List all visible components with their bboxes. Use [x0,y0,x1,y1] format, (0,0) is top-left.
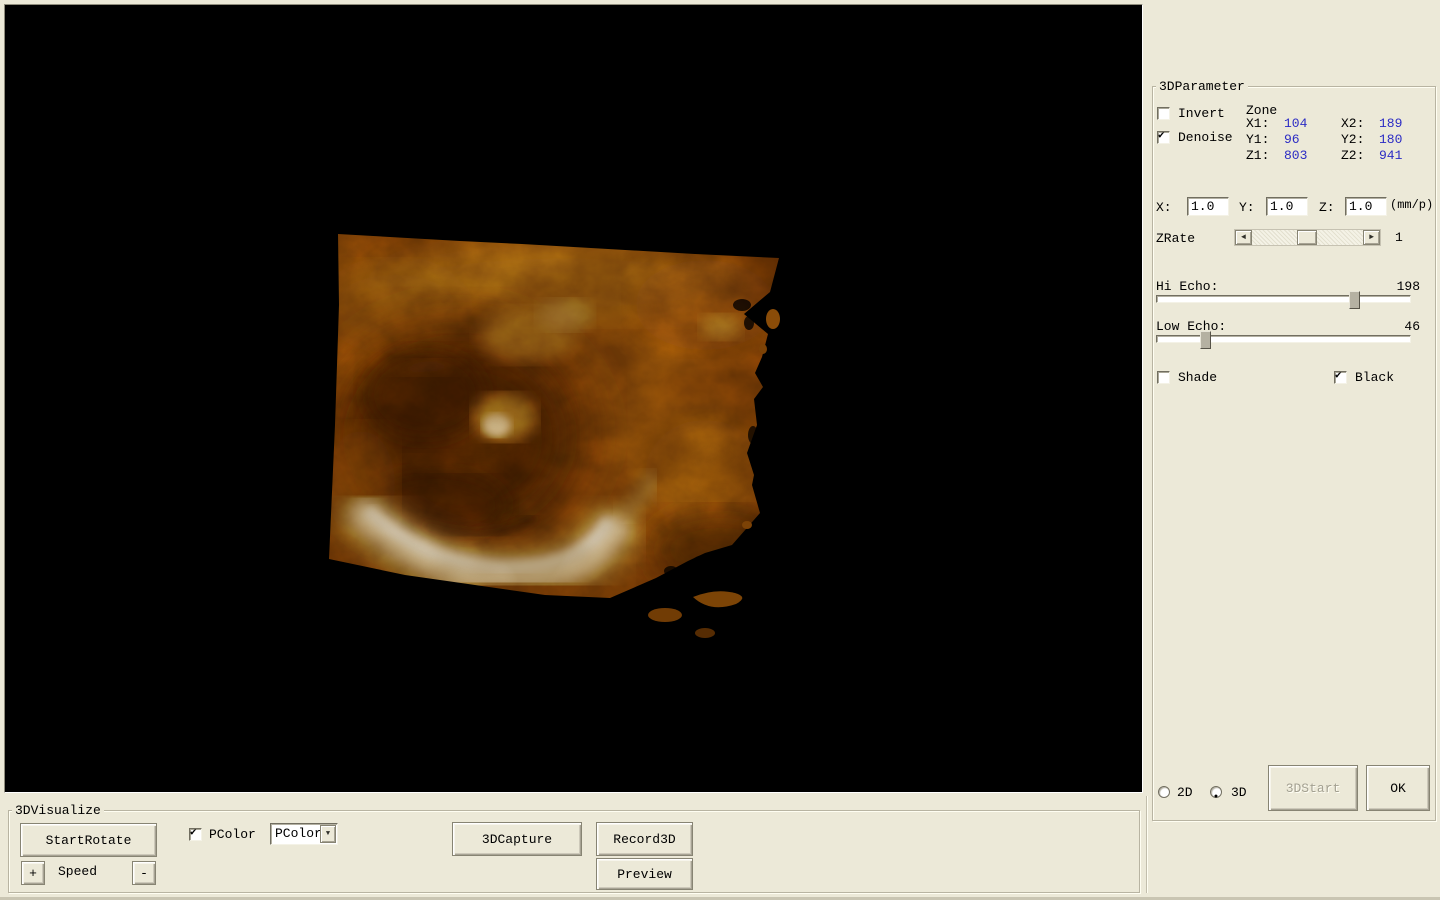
zrate-scrollbar[interactable]: ◄ ► [1234,229,1381,246]
zone-x1-label: X1: [1246,116,1270,131]
parameter-group-title: 3DParameter [1156,79,1248,94]
start-rotate-button[interactable]: StartRotate [20,823,157,857]
zone-x1-value: 104 [1284,116,1308,131]
zone-z1-label: Z1: [1246,148,1270,163]
zone-values: X1: 104 X2: 189 Y1: 96 Y2: 180 Z1: 803 Z… [1246,117,1421,162]
render-viewport[interactable] [4,4,1143,793]
panel-separator [1146,796,1147,893]
zone-y2-label: Y2: [1341,132,1365,147]
check-icon: ✔ [1158,130,1165,142]
preview-button[interactable]: Preview [596,858,693,890]
check-icon: ✔ [190,827,197,839]
ok-button[interactable]: OK [1366,765,1430,811]
hi-echo-value: 198 [1396,279,1420,294]
shade-checkbox[interactable] [1157,371,1170,384]
zrate-thumb[interactable] [1297,230,1317,245]
z-scale-field[interactable] [1345,197,1387,216]
app-window: 3DParameter Invert ✔ Denoise Zone X1: 10… [0,0,1440,900]
zone-z1-value: 803 [1284,148,1308,163]
x-scale-label: X: [1156,200,1172,215]
speed-minus-button[interactable]: - [132,861,156,885]
mode-3d-label: 3D [1231,785,1247,800]
speed-label: Speed [58,864,98,879]
zone-z2-value: 941 [1379,148,1403,163]
low-echo-slider-thumb[interactable] [1200,331,1211,349]
zone-y1-value: 96 [1284,132,1300,147]
mode-2d-radio[interactable] [1158,786,1170,798]
3dcapture-button[interactable]: 3DCapture [452,822,582,856]
zone-z2-label: Z2: [1341,148,1365,163]
pcolor-checkbox[interactable]: ✔ [189,827,202,841]
black-label: Black [1355,370,1395,385]
ultrasound-volume-rendering [329,234,780,638]
hi-echo-slider-thumb[interactable] [1349,291,1360,309]
invert-checkbox[interactable] [1157,107,1170,120]
3dstart-button[interactable]: 3DStart [1268,765,1358,811]
record3d-button[interactable]: Record3D [596,822,693,856]
black-checkbox[interactable]: ✔ [1334,370,1347,384]
visualize-group-title: 3DVisualize [12,803,104,818]
pcolor-dropdown-value: PColor [275,826,322,841]
zrate-increment-arrow-icon[interactable]: ► [1363,230,1380,245]
y-scale-field[interactable] [1266,197,1308,216]
dropdown-arrow-icon[interactable]: ▼ [320,825,336,843]
shade-label: Shade [1178,370,1218,385]
check-icon: ✔ [1335,370,1342,382]
zone-y2-value: 180 [1379,132,1403,147]
zrate-label: ZRate [1156,231,1196,246]
zrate-decrement-arrow-icon[interactable]: ◄ [1235,230,1252,245]
denoise-label: Denoise [1178,130,1233,145]
hi-echo-slider[interactable] [1156,295,1411,303]
x-scale-field[interactable] [1187,197,1229,216]
zrate-value: 1 [1395,230,1403,245]
zone-x2-label: X2: [1341,116,1365,131]
hi-echo-label: Hi Echo: [1156,279,1219,294]
zone-y1-label: Y1: [1246,132,1270,147]
invert-label: Invert [1178,106,1225,121]
mode-3d-radio[interactable]: ● [1210,786,1222,801]
zone-x2-value: 189 [1379,116,1403,131]
low-echo-label: Low Echo: [1156,319,1227,334]
z-scale-label: Z: [1319,200,1335,215]
radio-dot-icon: ● [1213,793,1219,801]
low-echo-value: 46 [1404,319,1420,334]
mode-2d-label: 2D [1177,785,1193,800]
pcolor-dropdown[interactable]: PColor ▼ [270,823,338,845]
denoise-checkbox[interactable]: ✔ [1157,130,1170,144]
speed-plus-button[interactable]: + [21,861,45,885]
scale-unit-label: (mm/p) [1390,198,1434,212]
y-scale-label: Y: [1239,200,1255,215]
pcolor-label: PColor [209,827,256,842]
low-echo-slider[interactable] [1156,335,1411,343]
